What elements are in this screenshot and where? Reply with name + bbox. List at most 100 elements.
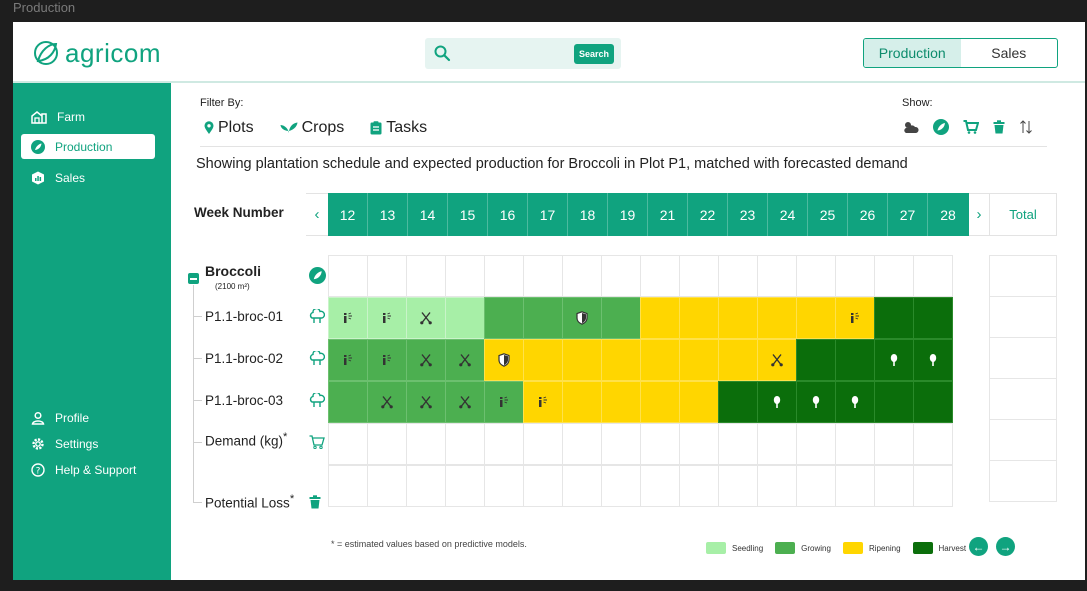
schedule-cell[interactable] <box>523 339 563 381</box>
sidebar-item-help[interactable]: ? Help & Support <box>21 457 155 482</box>
schedule-cell[interactable] <box>913 381 953 423</box>
sort-icon[interactable] <box>1019 120 1033 134</box>
schedule-cell[interactable] <box>874 297 914 339</box>
schedule-cell[interactable] <box>835 297 875 339</box>
schedule-cell[interactable] <box>406 297 446 339</box>
grid-cell[interactable] <box>679 423 719 465</box>
schedule-cell[interactable] <box>640 381 680 423</box>
grid-cell[interactable] <box>757 465 797 507</box>
grid-cell[interactable] <box>328 465 368 507</box>
leaf-icon[interactable] <box>933 119 949 135</box>
schedule-cell[interactable] <box>328 381 368 423</box>
schedule-cell[interactable] <box>367 339 407 381</box>
sidebar-item-production[interactable]: Production <box>21 134 155 159</box>
grid-cell[interactable] <box>562 255 602 297</box>
grid-cell[interactable] <box>874 255 914 297</box>
schedule-cell[interactable] <box>562 381 602 423</box>
schedule-cell[interactable] <box>796 297 836 339</box>
grid-cell[interactable] <box>835 255 875 297</box>
schedule-cell[interactable] <box>718 297 758 339</box>
grid-cell[interactable] <box>523 423 563 465</box>
grid-cell[interactable] <box>835 423 875 465</box>
grid-cell[interactable] <box>484 423 524 465</box>
grid-cell[interactable] <box>367 423 407 465</box>
grid-cell[interactable] <box>796 465 836 507</box>
grid-cell[interactable] <box>640 465 680 507</box>
schedule-cell[interactable] <box>445 297 485 339</box>
schedule-cell[interactable] <box>484 339 524 381</box>
schedule-cell[interactable] <box>562 297 602 339</box>
grid-cell[interactable] <box>523 255 563 297</box>
grid-cell[interactable] <box>757 423 797 465</box>
grid-cell[interactable] <box>484 465 524 507</box>
filter-crops[interactable]: Crops <box>280 119 344 137</box>
schedule-cell[interactable] <box>484 381 524 423</box>
grid-cell[interactable] <box>328 255 368 297</box>
trash-icon[interactable] <box>993 120 1005 134</box>
prev-week-button[interactable]: ‹ <box>306 193 328 236</box>
schedule-cell[interactable] <box>601 297 641 339</box>
search-button[interactable]: Search <box>573 44 614 64</box>
grid-cell[interactable] <box>913 423 953 465</box>
grid-cell[interactable] <box>679 465 719 507</box>
schedule-cell[interactable] <box>835 339 875 381</box>
grid-cell[interactable] <box>523 465 563 507</box>
cart-icon[interactable] <box>963 120 979 134</box>
grid-cell[interactable] <box>913 465 953 507</box>
sidebar-item-sales[interactable]: Sales <box>21 165 155 190</box>
logo[interactable]: agricom <box>31 38 161 68</box>
grid-cell[interactable] <box>601 465 641 507</box>
schedule-cell[interactable] <box>601 381 641 423</box>
grid-cell[interactable] <box>640 423 680 465</box>
tab-production[interactable]: Production <box>864 39 961 67</box>
schedule-cell[interactable] <box>562 339 602 381</box>
grid-cell[interactable] <box>718 255 758 297</box>
schedule-cell[interactable] <box>835 381 875 423</box>
schedule-cell[interactable] <box>328 339 368 381</box>
schedule-cell[interactable] <box>874 339 914 381</box>
schedule-cell[interactable] <box>679 339 719 381</box>
schedule-cell[interactable] <box>601 339 641 381</box>
tab-sales[interactable]: Sales <box>961 39 1058 67</box>
plot-row-label[interactable]: P1.1-broc-02 <box>205 351 283 366</box>
filter-plots[interactable]: Plots <box>204 119 254 137</box>
schedule-cell[interactable] <box>679 381 719 423</box>
schedule-cell[interactable] <box>718 339 758 381</box>
grid-cell[interactable] <box>796 255 836 297</box>
grid-cell[interactable] <box>406 423 446 465</box>
grid-cell[interactable] <box>640 255 680 297</box>
schedule-cell[interactable] <box>796 339 836 381</box>
grid-cell[interactable] <box>601 255 641 297</box>
grid-cell[interactable] <box>367 465 407 507</box>
schedule-cell[interactable] <box>757 339 797 381</box>
schedule-cell[interactable] <box>913 297 953 339</box>
schedule-cell[interactable] <box>796 381 836 423</box>
schedule-cell[interactable] <box>913 339 953 381</box>
weather-icon[interactable] <box>902 120 919 134</box>
collapse-crop-button[interactable] <box>188 273 199 284</box>
grid-cell[interactable] <box>679 255 719 297</box>
grid-cell[interactable] <box>718 465 758 507</box>
schedule-cell[interactable] <box>640 297 680 339</box>
grid-cell[interactable] <box>406 255 446 297</box>
grid-cell[interactable] <box>874 423 914 465</box>
schedule-cell[interactable] <box>445 339 485 381</box>
grid-cell[interactable] <box>445 255 485 297</box>
schedule-cell[interactable] <box>523 381 563 423</box>
filter-tasks[interactable]: Tasks <box>370 119 427 137</box>
grid-cell[interactable] <box>445 423 485 465</box>
grid-cell[interactable] <box>718 423 758 465</box>
grid-cell[interactable] <box>328 423 368 465</box>
grid-cell[interactable] <box>601 423 641 465</box>
grid-cell[interactable] <box>562 423 602 465</box>
grid-cell[interactable] <box>406 465 446 507</box>
grid-cell[interactable] <box>913 255 953 297</box>
schedule-cell[interactable] <box>757 381 797 423</box>
schedule-cell[interactable] <box>718 381 758 423</box>
schedule-cell[interactable] <box>640 339 680 381</box>
schedule-cell[interactable] <box>757 297 797 339</box>
grid-cell[interactable] <box>562 465 602 507</box>
search-bar[interactable]: Search <box>425 38 621 69</box>
grid-cell[interactable] <box>367 255 407 297</box>
schedule-cell[interactable] <box>445 381 485 423</box>
